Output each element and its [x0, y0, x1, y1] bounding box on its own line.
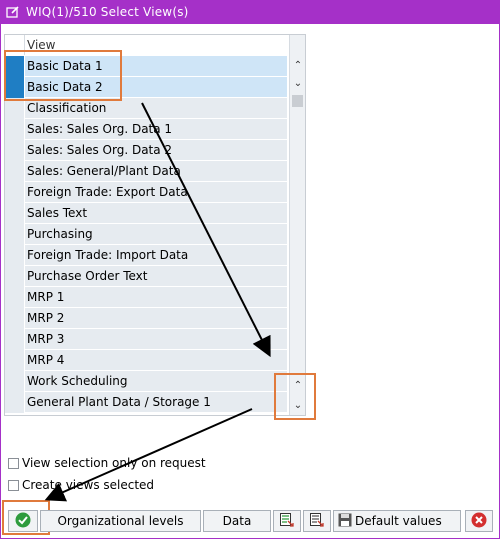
view-selection-label: View selection only on request [22, 456, 206, 470]
organizational-levels-button[interactable]: Organizational levels [40, 510, 201, 532]
checkbox-box[interactable] [8, 457, 19, 469]
default-values-label: Default values [355, 514, 442, 528]
cancel-icon [471, 512, 487, 531]
deselect-all-button[interactable] [303, 510, 331, 532]
view-selection-checkbox[interactable]: View selection only on request [8, 456, 206, 470]
cancel-button[interactable] [465, 510, 493, 532]
select-all-icon [279, 512, 295, 531]
checkmark-icon [15, 512, 31, 531]
floppy-disk-icon [338, 513, 352, 530]
default-values-button[interactable]: Default values [333, 510, 461, 532]
create-views-checkbox[interactable]: Create views selected [8, 478, 154, 492]
arrow-to-scroll [141, 102, 271, 358]
deselect-all-icon [309, 512, 325, 531]
confirm-button[interactable] [8, 510, 38, 532]
select-all-button[interactable] [273, 510, 301, 532]
checkbox-box[interactable] [8, 479, 19, 491]
create-views-label: Create views selected [22, 478, 155, 492]
data-button[interactable]: Data [203, 510, 271, 532]
button-bar: Organizational levels Data Default value… [0, 510, 500, 534]
